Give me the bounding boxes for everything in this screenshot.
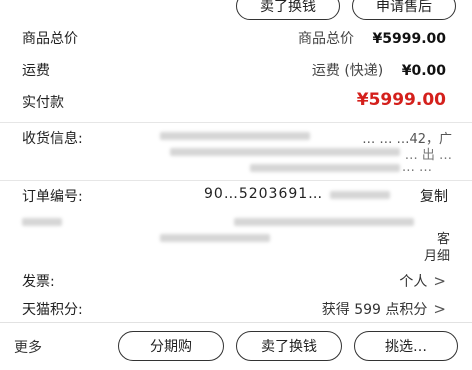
obscured-detail: 客 月细	[0, 214, 472, 264]
goods-total-amount: 5999.00	[382, 31, 446, 47]
redacted-address	[160, 132, 310, 140]
order-number-label: 订单编号:	[22, 189, 83, 205]
divider	[0, 122, 472, 123]
chevron-right-icon: >	[433, 300, 446, 318]
chevron-right-icon: >	[433, 272, 446, 290]
points-value: 获得 599 点积分	[321, 302, 428, 318]
sell-for-cash-button[interactable]: 卖了换钱	[236, 0, 340, 20]
redacted-address	[250, 164, 400, 172]
goods-total-row: 商品总价 商品总价 ¥5999.00	[0, 28, 472, 52]
shipping-row: 运费 运费 (快递) ¥0.00	[0, 60, 472, 84]
pick-button[interactable]: 挑选…	[354, 331, 458, 361]
goods-total-label: 商品总价	[22, 31, 78, 47]
shipping-label: 运费	[22, 63, 50, 79]
paid-row: 实付款 ¥5999.00	[0, 90, 472, 118]
redacted-order	[330, 191, 390, 199]
sell-for-cash-button-bottom[interactable]: 卖了换钱	[236, 331, 342, 361]
bottom-action-bar: 更多 分期购 卖了换钱 挑选…	[0, 322, 472, 370]
invoice-value: 个人	[399, 274, 428, 290]
invoice-row[interactable]: 发票: 个人 >	[0, 271, 472, 295]
points-row[interactable]: 天猫积分: 获得 599 点积分 >	[0, 299, 472, 323]
apply-after-sale-label: 申请售后	[376, 0, 432, 15]
installment-label: 分期购	[150, 339, 192, 355]
apply-after-sale-button[interactable]: 申请售后	[352, 0, 456, 20]
order-number-value: 90…5203691…	[204, 186, 324, 202]
shipping-amount: 0.00	[411, 63, 446, 79]
goods-total-value: 商品总价 ¥5999.00	[298, 31, 446, 47]
receiver-label: 收货信息:	[22, 131, 83, 147]
redacted-text	[160, 234, 270, 242]
redacted-text	[234, 218, 414, 226]
invoice-label: 发票:	[22, 274, 55, 290]
sell-for-cash-bottom-label: 卖了换钱	[261, 339, 317, 355]
paid-amount: 5999.00	[368, 90, 446, 110]
receiver-row: 收货信息: … … …42，广 … 出 … … …	[0, 128, 472, 178]
shipping-value: 运费 (快递) ¥0.00	[311, 63, 446, 79]
installment-button[interactable]: 分期购	[118, 331, 224, 361]
pick-label: 挑选…	[385, 339, 427, 355]
order-number-row: 订单编号: 90…5203691… 复制	[0, 186, 472, 210]
more-button[interactable]: 更多	[14, 337, 42, 357]
detail-suffix2[interactable]: 月细	[424, 245, 450, 264]
points-label: 天猫积分:	[22, 302, 83, 318]
paid-label: 实付款	[22, 95, 64, 111]
invoice-value-wrap: 个人 >	[399, 271, 446, 291]
sell-for-cash-label: 卖了换钱	[260, 0, 316, 15]
divider	[0, 180, 472, 181]
receiver-line3: … …	[401, 160, 432, 175]
redacted-text	[22, 218, 62, 226]
paid-value: ¥5999.00	[356, 90, 446, 110]
redacted-address	[170, 148, 400, 156]
copy-button[interactable]: 复制	[420, 186, 448, 206]
points-value-wrap: 获得 599 点积分 >	[322, 299, 446, 319]
